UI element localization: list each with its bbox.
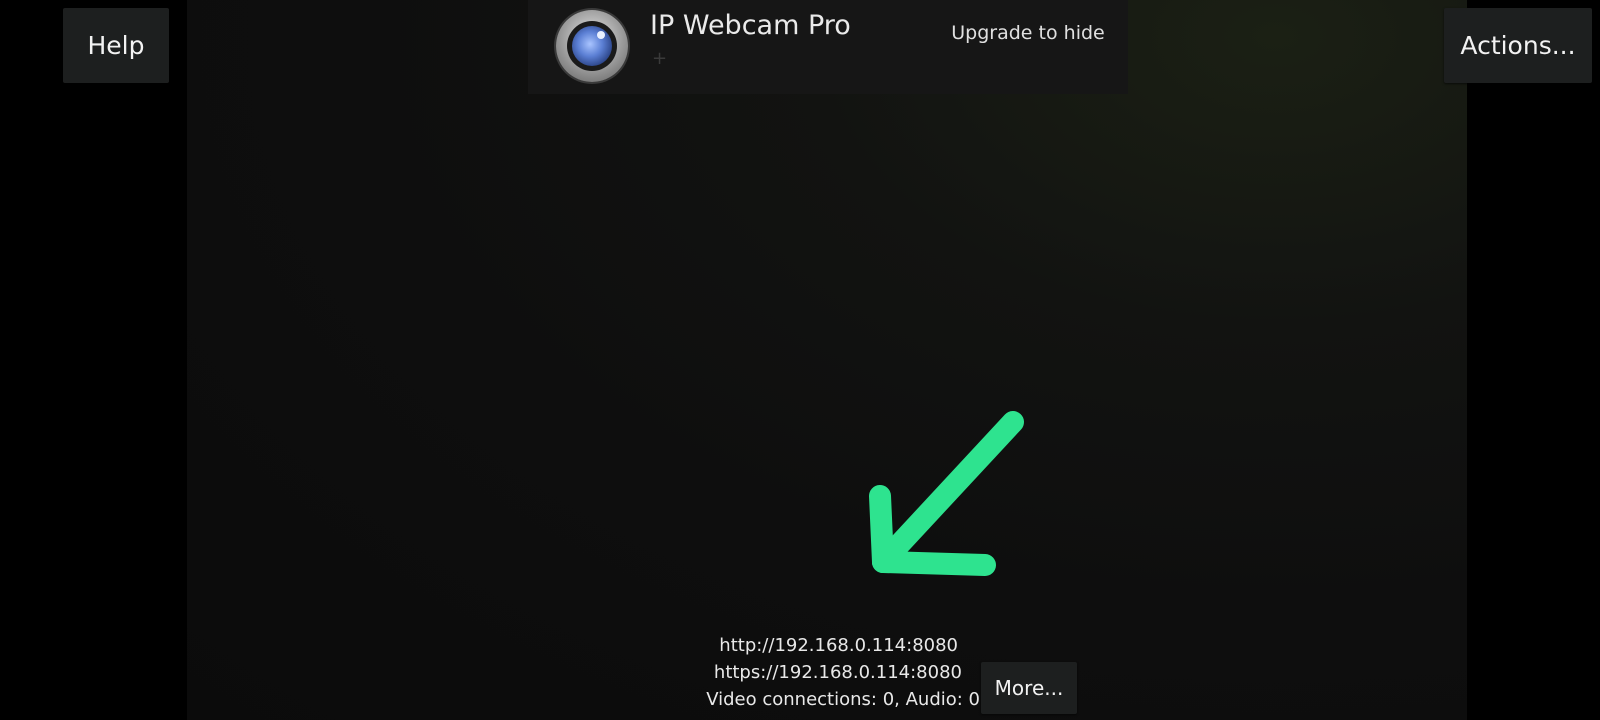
- ad-banner[interactable]: IP Webcam Pro + Upgrade to hide: [528, 0, 1128, 94]
- upgrade-to-hide-link[interactable]: Upgrade to hide: [948, 20, 1108, 47]
- https-url: https://192.168.0.114:8080: [713, 662, 962, 683]
- ip-webcam-screen: Help IP Webcam Pro + Upgrade to hide Act…: [0, 0, 1600, 720]
- camera-preview: [187, 0, 1467, 720]
- more-button[interactable]: More...: [981, 662, 1077, 714]
- more-button-label: More...: [994, 676, 1064, 700]
- http-url: http://192.168.0.114:8080: [719, 635, 958, 656]
- actions-button[interactable]: Actions...: [1444, 8, 1592, 83]
- help-button-label: Help: [87, 31, 145, 60]
- webcam-lens-icon: [556, 10, 628, 82]
- actions-button-label: Actions...: [1460, 31, 1576, 60]
- hand-drawn-arrow-icon: [869, 411, 1024, 576]
- ad-title: IP Webcam Pro: [650, 10, 851, 41]
- help-button[interactable]: Help: [63, 8, 169, 83]
- server-status: http://192.168.0.114:8080 https://192.16…: [660, 632, 980, 713]
- connections-status: Video connections: 0, Audio: 0: [706, 689, 980, 710]
- ad-subtitle: +: [652, 48, 668, 69]
